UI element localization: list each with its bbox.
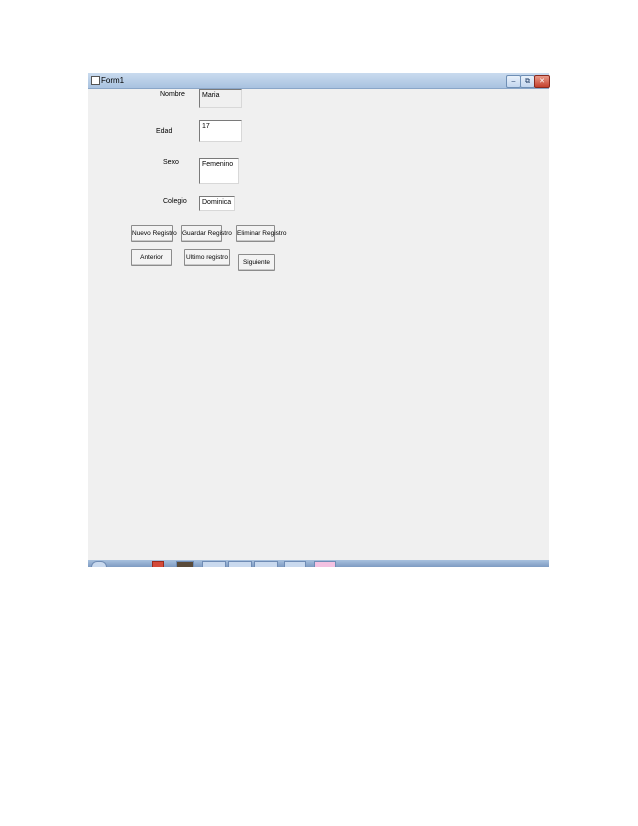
edad-field[interactable]: 17 — [199, 120, 242, 142]
window-title: Form1 — [101, 76, 125, 85]
close-button[interactable]: ✕ — [534, 75, 550, 88]
eliminar-registro-button[interactable]: Eliminar Registro — [236, 225, 287, 242]
window-icon[interactable] — [284, 561, 306, 567]
form1-window: Form1 – ⧉ ✕ Nombre Maria Edad 17 Sexo Fe… — [88, 73, 550, 566]
browser-icon[interactable] — [152, 561, 164, 567]
media-icon[interactable] — [176, 561, 194, 567]
window-icon — [91, 76, 100, 85]
siguiente-button[interactable]: Siguiente — [238, 254, 275, 271]
start-orb-icon[interactable] — [91, 561, 107, 567]
anterior-button[interactable]: Anterior — [131, 249, 172, 266]
nombre-label: Nombre — [160, 91, 185, 98]
folder-icon[interactable] — [202, 561, 226, 567]
sexo-field[interactable]: Femenino — [199, 158, 239, 184]
edad-label: Edad — [156, 128, 173, 135]
nuevo-registro-button[interactable]: Nuevo Registro — [131, 225, 177, 242]
nombre-field[interactable]: Maria — [199, 89, 242, 108]
minimize-button[interactable]: – — [506, 75, 521, 88]
app-icon[interactable] — [254, 561, 278, 567]
folder-icon[interactable] — [228, 561, 252, 567]
sexo-label: Sexo — [163, 159, 179, 166]
colegio-field[interactable]: Dominica — [199, 196, 235, 211]
taskbar — [88, 560, 549, 567]
title-bar[interactable]: Form1 – ⧉ ✕ — [88, 73, 550, 89]
paint-icon[interactable] — [314, 561, 336, 567]
restore-button[interactable]: ⧉ — [520, 75, 535, 88]
colegio-label: Colegio — [163, 198, 187, 205]
ultimo-registro-button[interactable]: Ultimo registro — [184, 249, 230, 266]
guardar-registro-button[interactable]: Guardar Registro — [181, 225, 232, 242]
